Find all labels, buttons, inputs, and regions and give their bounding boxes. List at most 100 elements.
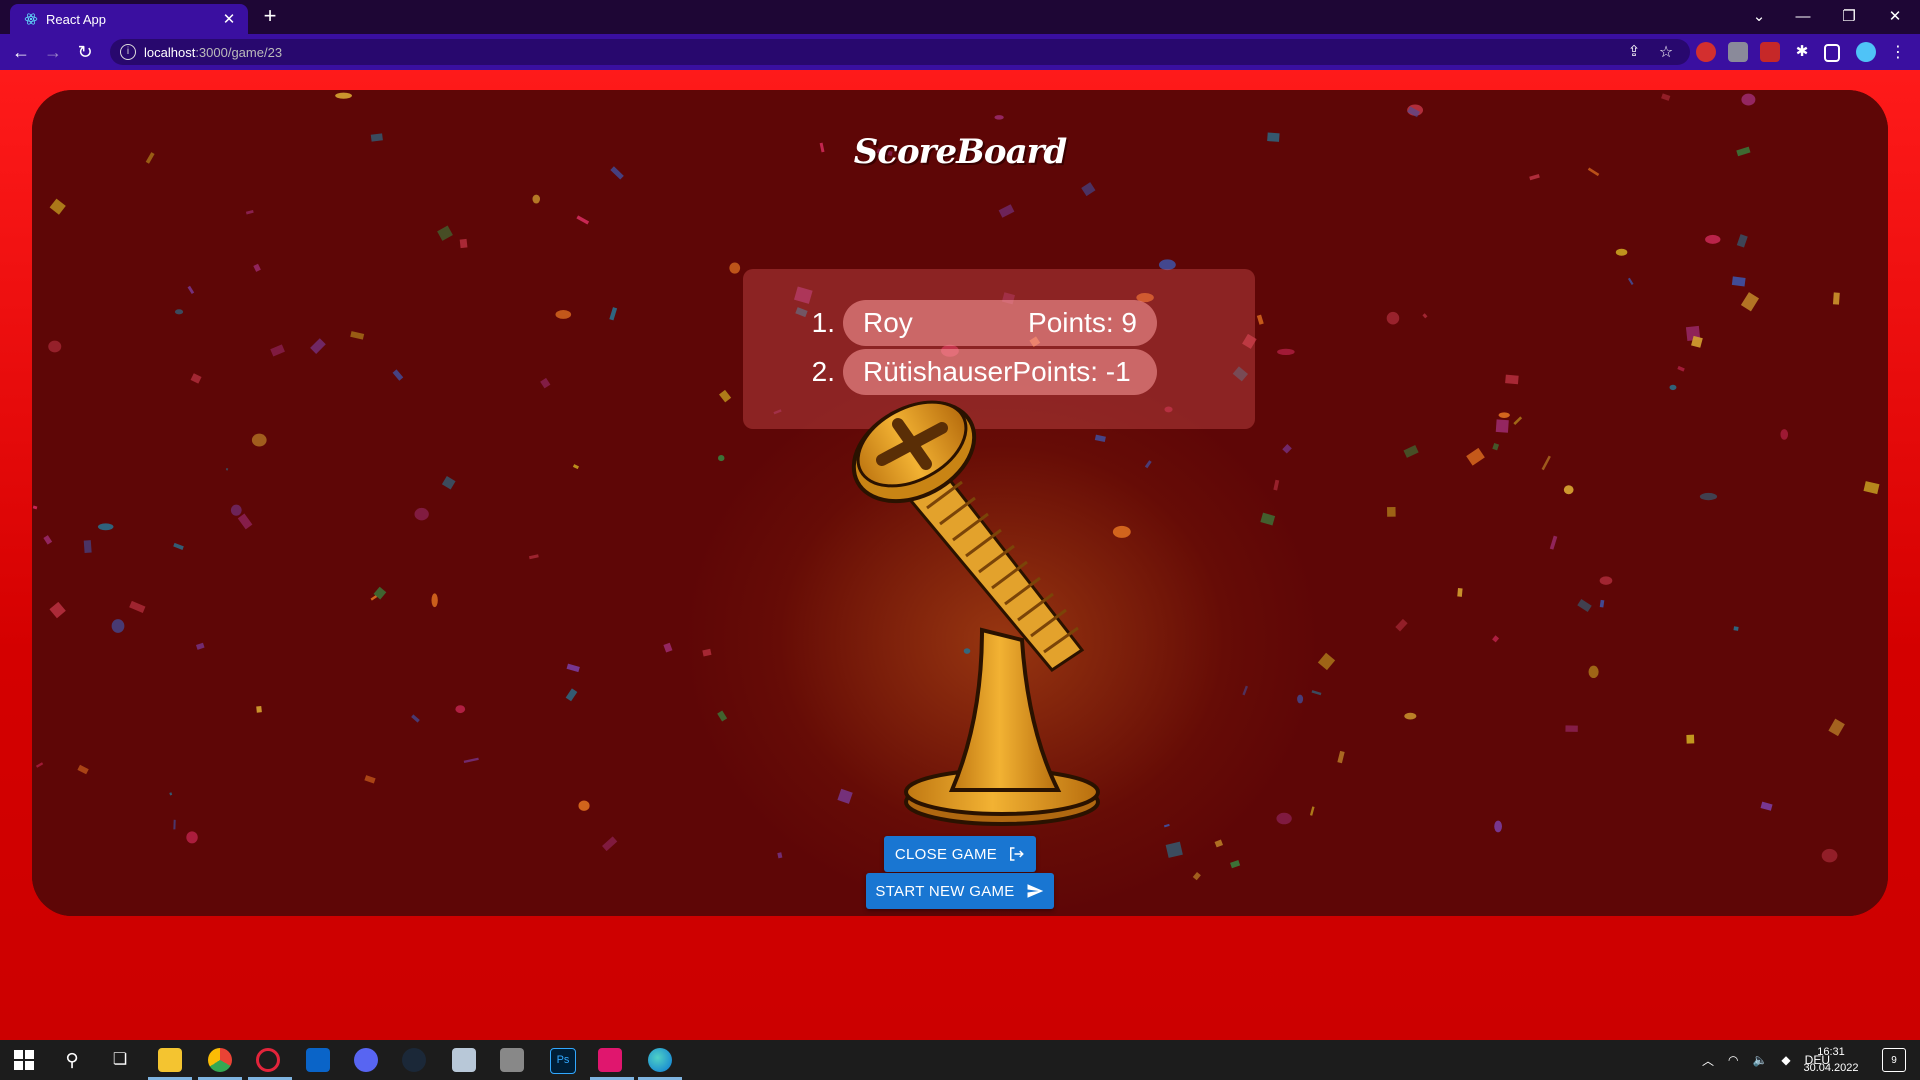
confetti-piece	[459, 238, 468, 249]
new-tab-button[interactable]: +	[258, 5, 282, 29]
confetti-piece	[1677, 365, 1685, 372]
site-info-icon[interactable]: i	[120, 44, 136, 60]
extension-icon[interactable]	[1760, 42, 1780, 62]
discord-icon[interactable]	[354, 1048, 378, 1072]
network-icon[interactable]: ◠	[1728, 1053, 1738, 1067]
confetti-piece	[1577, 599, 1592, 613]
notification-center-icon[interactable]: 9	[1882, 1048, 1906, 1072]
confetti-piece	[225, 467, 229, 471]
confetti-piece	[1457, 588, 1463, 597]
task-view-icon[interactable]: ❏	[108, 1048, 132, 1072]
confetti-piece	[994, 115, 1004, 120]
tab-search-icon[interactable]: ⌄	[1736, 4, 1782, 30]
confetti-piece	[1588, 665, 1599, 679]
confetti-piece	[1661, 93, 1671, 101]
opera-icon[interactable]	[256, 1048, 280, 1072]
side-panel-icon[interactable]	[1824, 44, 1840, 62]
bookmark-star-icon[interactable]: ☆	[1656, 42, 1676, 62]
outlook-icon[interactable]	[306, 1048, 330, 1072]
tab-close-icon[interactable]: ✕	[220, 10, 238, 28]
confetti-piece	[32, 505, 38, 510]
printer-icon[interactable]	[500, 1048, 524, 1072]
confetti-piece	[1740, 292, 1760, 312]
photoshop-icon[interactable]: Ps	[550, 1048, 576, 1074]
chevron-up-icon[interactable]: ︿	[1702, 1052, 1714, 1069]
windows-start-icon[interactable]	[12, 1048, 36, 1072]
confetti-piece	[1404, 712, 1417, 720]
intellij-icon[interactable]	[598, 1048, 622, 1072]
confetti-piece	[43, 535, 53, 545]
confetti-piece	[195, 642, 205, 650]
search-icon[interactable]: ⚲	[60, 1048, 84, 1072]
confetti-piece	[1505, 374, 1519, 385]
volume-icon[interactable]: 🔈	[1752, 1053, 1767, 1067]
confetti-piece	[1495, 419, 1509, 433]
confetti-piece	[572, 464, 579, 470]
confetti-piece	[173, 542, 184, 550]
confetti-piece	[441, 476, 456, 490]
forward-button[interactable]: →	[42, 41, 64, 63]
score-row: 2. Rütishauser Points: -1	[743, 349, 1157, 395]
confetti-piece	[540, 377, 551, 389]
confetti-piece	[663, 642, 673, 653]
confetti-piece	[1192, 871, 1201, 881]
confetti-piece	[1282, 443, 1292, 454]
confetti-piece	[1317, 652, 1336, 671]
browser-toolbar: ← → ↻ i localhost:3000/game/23 ⇪ ☆ ✱ ⋮	[0, 34, 1920, 70]
close-window-button[interactable]: ✕	[1872, 4, 1918, 30]
confetti-piece	[350, 331, 365, 340]
share-icon[interactable]: ⇪	[1624, 42, 1644, 62]
confetti-piece	[1686, 734, 1695, 744]
extension-icon[interactable]	[1728, 42, 1748, 62]
minimize-button[interactable]: —	[1780, 4, 1826, 30]
notepad-icon[interactable]	[452, 1048, 476, 1072]
edge-icon[interactable]	[648, 1048, 672, 1072]
file-explorer-icon[interactable]	[158, 1048, 182, 1072]
confetti-piece	[1466, 447, 1485, 466]
confetti-piece	[437, 225, 453, 241]
start-new-game-button[interactable]: START NEW GAME	[866, 873, 1054, 909]
confetti-piece	[777, 852, 783, 859]
steam-icon[interactable]	[402, 1048, 426, 1072]
confetti-piece	[1832, 292, 1840, 305]
restore-button[interactable]: ❐	[1826, 4, 1872, 30]
react-icon	[24, 13, 38, 25]
confetti-piece	[253, 263, 261, 272]
confetti-piece	[431, 593, 438, 608]
score-pill: Rütishauser Points: -1	[843, 349, 1157, 395]
clock[interactable]: 16:31 30.04.2022	[1796, 1044, 1866, 1076]
confetti-piece	[1733, 626, 1739, 631]
profile-avatar[interactable]	[1856, 42, 1876, 62]
reload-button[interactable]: ↻	[74, 41, 96, 63]
confetti-piece	[1492, 635, 1500, 643]
puzzle-icon[interactable]: ✱	[1792, 42, 1812, 62]
scoreboard-card: ScoreBoard 1. Roy Points: 9 2. Rütishaus…	[32, 90, 1888, 916]
confetti-piece	[169, 792, 173, 796]
browser-menu-icon[interactable]: ⋮	[1888, 42, 1908, 62]
confetti-piece	[48, 340, 62, 353]
player-name: Rütishauser	[863, 356, 1013, 387]
confetti-piece	[1669, 384, 1677, 391]
chrome-icon[interactable]	[208, 1048, 232, 1072]
confetti-piece	[528, 554, 539, 560]
confetti-piece	[251, 433, 267, 447]
browser-tab[interactable]: React App ✕	[10, 4, 248, 34]
close-game-button[interactable]: CLOSE GAME	[884, 836, 1036, 872]
confetti-piece	[1144, 460, 1152, 469]
confetti-piece	[237, 513, 253, 530]
confetti-piece	[1165, 841, 1183, 858]
confetti-piece	[411, 714, 420, 723]
confetti-piece	[1492, 442, 1500, 451]
confetti-piece	[186, 831, 198, 844]
confetti-piece	[35, 762, 44, 768]
dropbox-icon[interactable]: ◆	[1781, 1053, 1790, 1067]
player-points: Points: -1	[1012, 356, 1131, 387]
confetti-piece	[1599, 576, 1613, 585]
confetti-piece	[1081, 182, 1096, 197]
adblock-icon[interactable]	[1696, 42, 1716, 62]
confetti-piece	[1494, 820, 1503, 833]
address-bar[interactable]: i localhost:3000/game/23	[110, 39, 1690, 65]
confetti-piece	[602, 836, 618, 852]
confetti-piece	[49, 198, 66, 215]
back-button[interactable]: ←	[10, 41, 32, 63]
